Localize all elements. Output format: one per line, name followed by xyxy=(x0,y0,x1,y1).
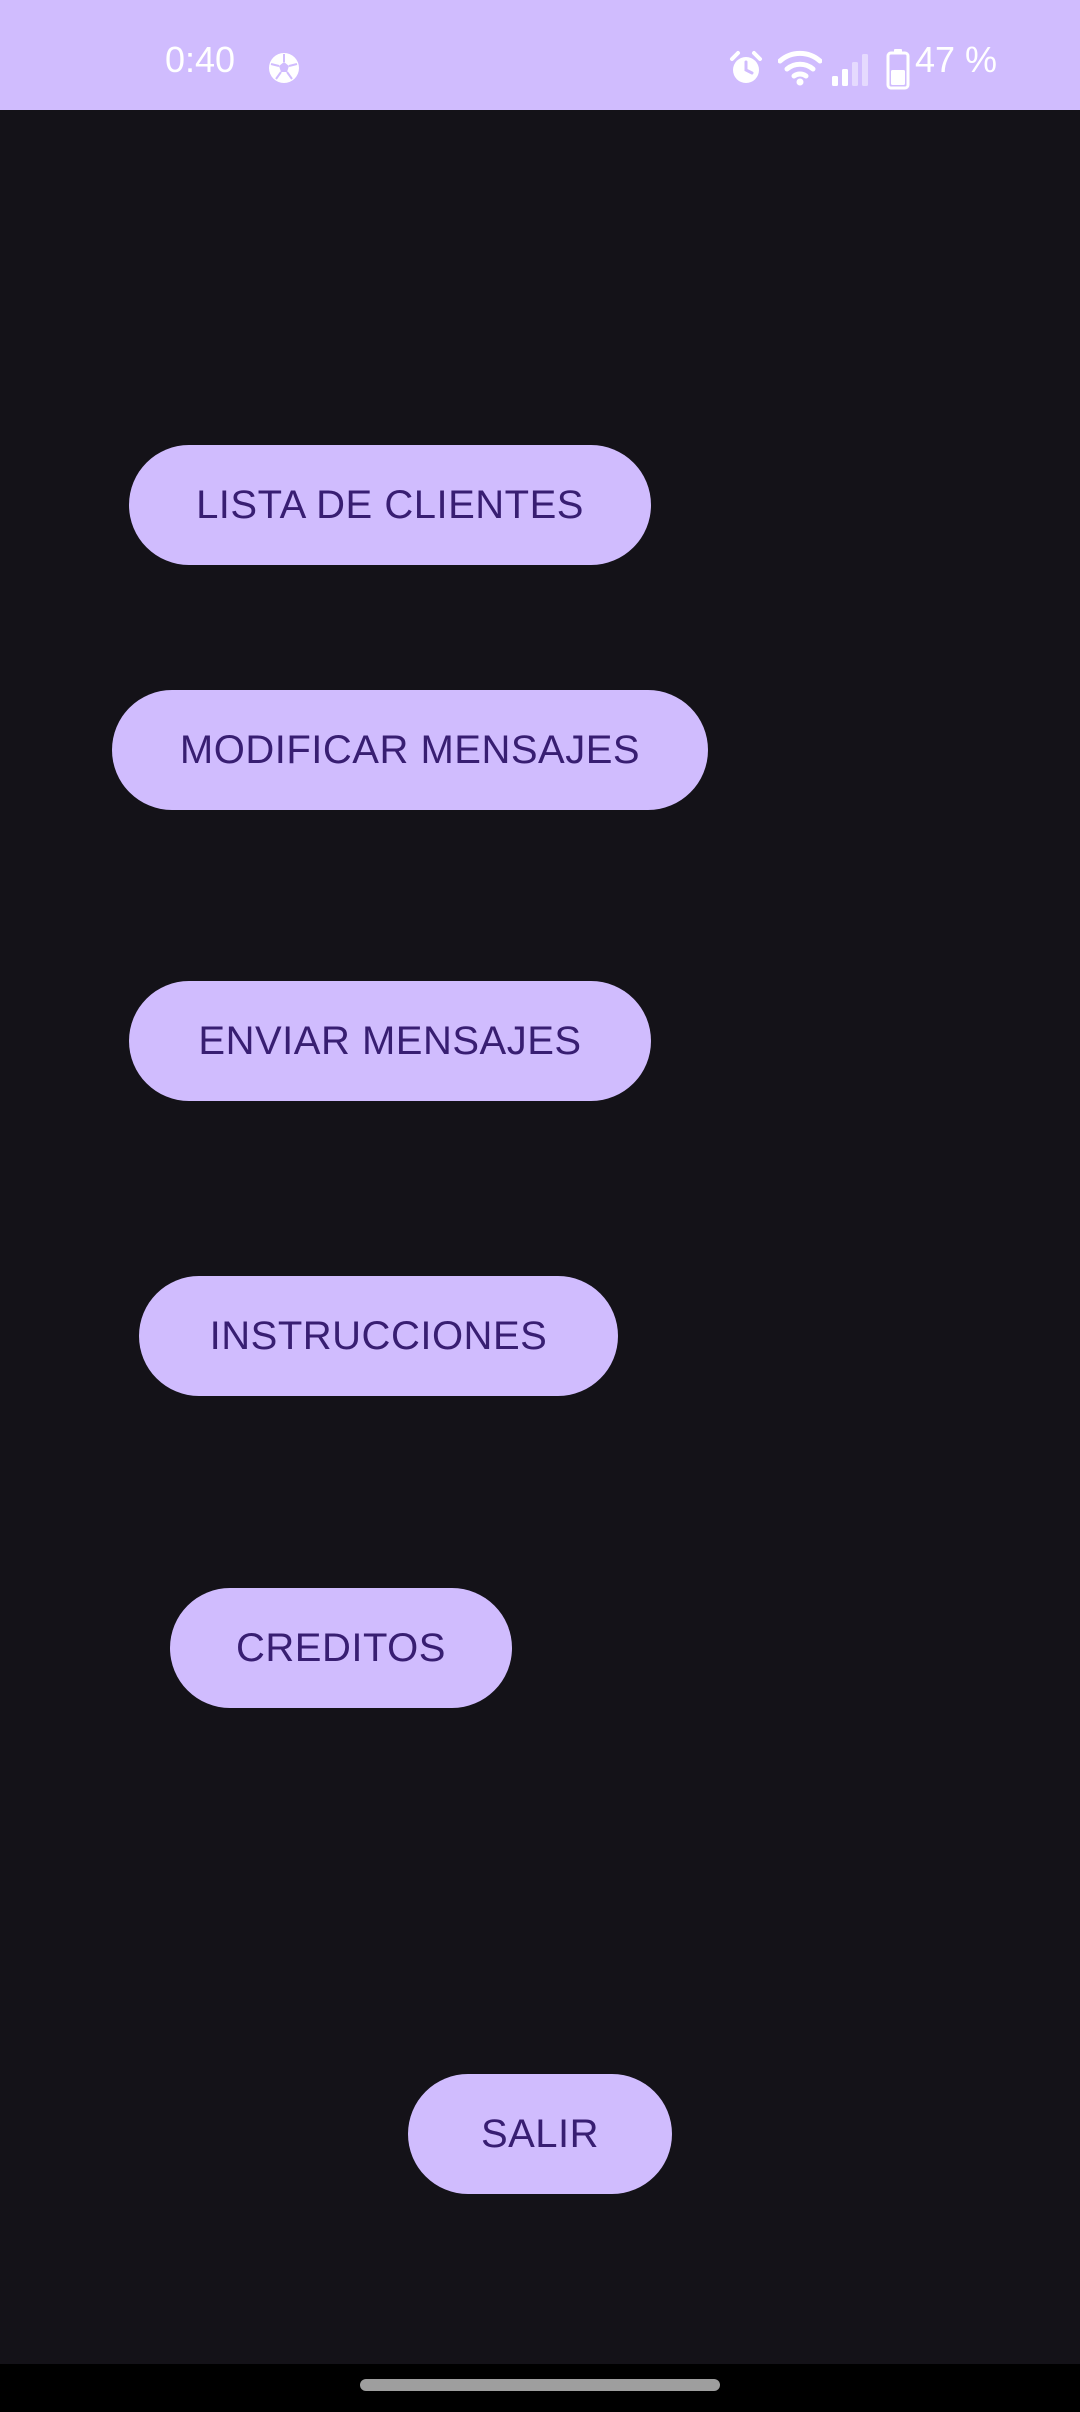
status-time: 0:40 xyxy=(165,39,236,80)
salir-button[interactable]: SALIR xyxy=(408,2074,672,2194)
modificar-mensajes-button[interactable]: MODIFICAR MENSAJES xyxy=(112,690,708,810)
alarm-icon xyxy=(730,51,762,83)
creditos-button[interactable]: CREDITOS xyxy=(170,1588,512,1708)
instrucciones-button[interactable]: INSTRUCCIONES xyxy=(139,1276,618,1396)
home-gesture-handle[interactable] xyxy=(360,2379,720,2391)
navigation-bar xyxy=(0,2364,1080,2412)
wifi-icon xyxy=(778,50,822,86)
enviar-mensajes-button[interactable]: ENVIAR MENSAJES xyxy=(129,981,651,1101)
status-bar: 0:40 47 % xyxy=(0,0,1080,110)
battery-percentage: 47 % xyxy=(915,39,998,80)
lista-de-clientes-button[interactable]: LISTA DE CLIENTES xyxy=(129,445,651,565)
battery-icon xyxy=(886,49,910,90)
cell-signal-icon xyxy=(832,54,868,86)
soccer-ball-icon xyxy=(269,53,299,83)
